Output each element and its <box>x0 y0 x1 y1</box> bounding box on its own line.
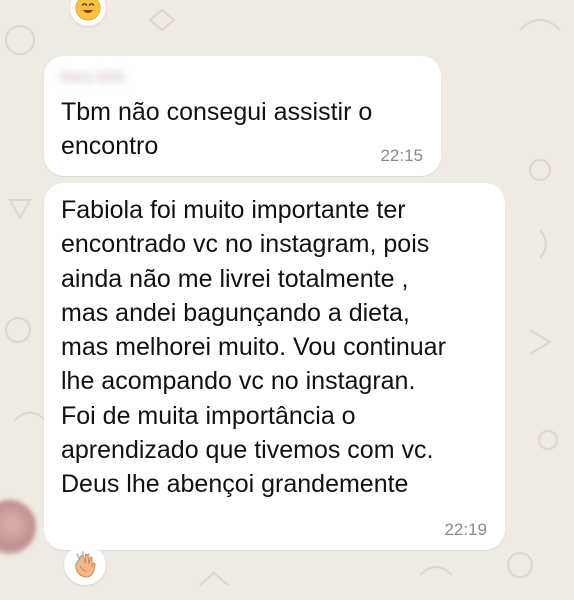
message-bubble[interactable]: Maria NNN. Tbm não consegui assistir o e… <box>44 56 441 176</box>
reaction-badge[interactable] <box>64 545 106 585</box>
message-bubble[interactable]: Fabiola foi muito importante ter encontr… <box>44 183 505 550</box>
clapping-hands-emoji-icon <box>75 551 96 578</box>
message-text: Fabiola foi muito importante ter encontr… <box>61 196 446 499</box>
smiling-face-emoji-icon <box>75 0 101 21</box>
message-timestamp: 22:15 <box>380 146 423 165</box>
message-text: Tbm não consegui assistir o encontro <box>61 98 373 161</box>
message-timestamp: 22:19 <box>444 520 487 539</box>
sender-name: Maria NNN. <box>60 69 128 84</box>
